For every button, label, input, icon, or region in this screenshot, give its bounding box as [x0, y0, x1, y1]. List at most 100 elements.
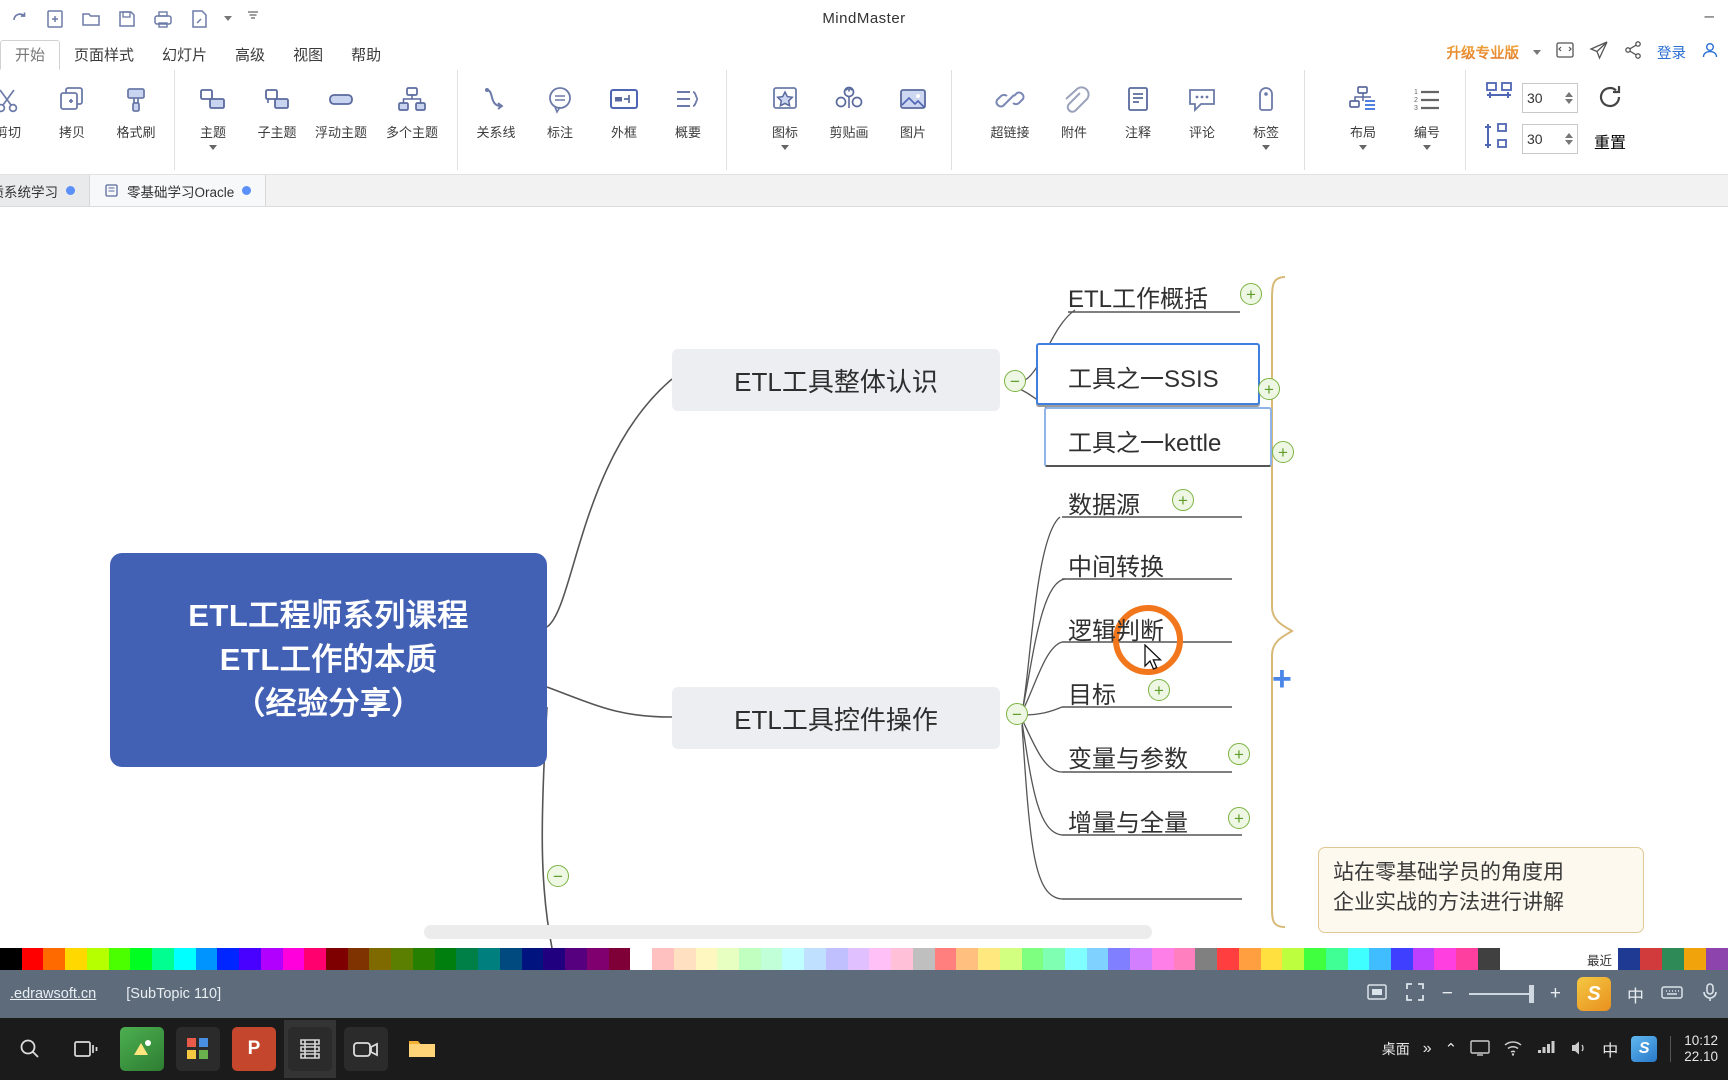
- mindmap-node-variables[interactable]: 变量与参数: [1068, 739, 1188, 774]
- palette-swatch[interactable]: [87, 948, 109, 970]
- palette-swatch[interactable]: [1000, 948, 1022, 970]
- node-ssis-expand[interactable]: +: [1258, 378, 1280, 400]
- mindmap-branch1-node[interactable]: ETL工具整体认识: [672, 349, 1000, 411]
- palette-swatch[interactable]: [782, 948, 804, 970]
- menu-tab-slideshow[interactable]: 幻灯片: [148, 40, 221, 70]
- palette-swatch[interactable]: [869, 948, 891, 970]
- palette-swatch[interactable]: [543, 948, 565, 970]
- palette-swatch[interactable]: [1413, 948, 1435, 970]
- fullscreen-icon[interactable]: [1404, 981, 1426, 1007]
- minimize-button[interactable]: –: [1705, 10, 1714, 22]
- ribbon-item-clipart[interactable]: 剪贴画: [817, 74, 881, 141]
- mindmap-node-incremental[interactable]: 增量与全量: [1068, 803, 1188, 838]
- tray-clock[interactable]: 10:12 22.10: [1684, 1033, 1718, 1065]
- palette-swatch[interactable]: [152, 948, 174, 970]
- stepper-up-icon[interactable]: [1565, 92, 1573, 97]
- ribbon-item-floating-topic[interactable]: 浮动主题: [309, 74, 373, 141]
- node-incremental-expand[interactable]: +: [1228, 807, 1250, 829]
- mindmap-canvas[interactable]: ETL工程师系列课程 ETL工作的本质 （经验分享） − ETL工具整体认识 −…: [0, 207, 1728, 948]
- chevron-down-icon[interactable]: [781, 145, 789, 150]
- palette-swatch[interactable]: [1391, 948, 1413, 970]
- ribbon-item-boundary[interactable]: 外框: [592, 74, 656, 141]
- palette-swatch[interactable]: [848, 948, 870, 970]
- horizontal-spacing-icon[interactable]: [1484, 80, 1514, 115]
- palette-swatch[interactable]: [326, 948, 348, 970]
- open-folder-icon[interactable]: [80, 8, 102, 30]
- ribbon-item-callout[interactable]: 标注: [528, 74, 592, 141]
- chevron-down-icon[interactable]: [1359, 145, 1367, 150]
- zoom-slider-handle[interactable]: [1529, 985, 1534, 1003]
- palette-swatch[interactable]: [804, 948, 826, 970]
- palette-swatch[interactable]: [1239, 948, 1261, 970]
- palette-swatch[interactable]: [1130, 948, 1152, 970]
- stepper-down-icon[interactable]: [1565, 140, 1573, 145]
- palette-swatch[interactable]: [369, 948, 391, 970]
- mindmap-node-datasource[interactable]: 数据源: [1068, 485, 1140, 520]
- ribbon-item-topic[interactable]: 主题: [181, 74, 245, 150]
- menu-tab-help[interactable]: 帮助: [337, 40, 395, 70]
- ime-mode-label[interactable]: 中: [1627, 982, 1644, 1007]
- share-network-icon[interactable]: [1623, 40, 1643, 65]
- ribbon-item-marker[interactable]: 图标: [753, 74, 817, 150]
- palette-swatch[interactable]: [565, 948, 587, 970]
- redo-icon[interactable]: [8, 8, 30, 30]
- palette-swatch[interactable]: [456, 948, 478, 970]
- ribbon-item-relationship-line[interactable]: 关系线: [464, 74, 528, 141]
- palette-swatch[interactable]: [261, 948, 283, 970]
- tray-overflow-icon[interactable]: »: [1423, 1040, 1432, 1058]
- node-datasource-expand[interactable]: +: [1172, 489, 1194, 511]
- keyboard-icon[interactable]: [1660, 981, 1684, 1007]
- horizontal-spacing-stepper[interactable]: [1565, 92, 1573, 104]
- palette-swatch[interactable]: [1087, 948, 1109, 970]
- tray-display-icon[interactable]: [1470, 1039, 1490, 1060]
- ribbon-item-reset[interactable]: 重置: [1578, 74, 1642, 153]
- ribbon-item-multi-topic[interactable]: 多个主题: [373, 74, 451, 141]
- ribbon-item-comment[interactable]: 评论: [1170, 74, 1234, 141]
- palette-swatch[interactable]: [435, 948, 457, 970]
- upgrade-pro-button[interactable]: 升级专业版: [1447, 42, 1520, 63]
- ribbon-item-numbering[interactable]: 123 编号: [1395, 74, 1459, 150]
- palette-swatch[interactable]: [978, 948, 1000, 970]
- color-palette-strip[interactable]: [0, 948, 1728, 970]
- ribbon-item-copy[interactable]: 拷贝: [40, 74, 104, 141]
- palette-swatch[interactable]: [826, 948, 848, 970]
- ribbon-item-summary[interactable]: 概要: [656, 74, 720, 141]
- palette-swatch[interactable]: [1434, 948, 1456, 970]
- taskbar-camera-icon[interactable]: [340, 1020, 392, 1078]
- menu-tab-start[interactable]: 开始: [0, 40, 60, 70]
- palette-swatch[interactable]: [1456, 948, 1478, 970]
- chevron-down-icon[interactable]: [1423, 145, 1431, 150]
- palette-swatch[interactable]: [1348, 948, 1370, 970]
- palette-swatch[interactable]: [1043, 948, 1065, 970]
- palette-swatch[interactable]: [217, 948, 239, 970]
- taskbar-app-colors-icon[interactable]: [172, 1020, 224, 1078]
- palette-swatch[interactable]: [348, 948, 370, 970]
- palette-swatch[interactable]: [956, 948, 978, 970]
- tray-desktop-label[interactable]: 桌面: [1382, 1039, 1410, 1059]
- palette-swatch[interactable]: [304, 948, 326, 970]
- boundary-note-callout[interactable]: 站在零基础学员的角度用 企业实战的方法进行讲解: [1318, 847, 1644, 933]
- palette-swatch[interactable]: [717, 948, 739, 970]
- palette-swatch[interactable]: [891, 948, 913, 970]
- palette-swatch[interactable]: [1195, 948, 1217, 970]
- zoom-in-button[interactable]: +: [1550, 983, 1561, 1005]
- user-avatar-icon[interactable]: [1700, 40, 1720, 65]
- vertical-spacing-stepper[interactable]: [1565, 133, 1573, 145]
- palette-swatch[interactable]: [1478, 948, 1500, 970]
- tray-sogou-icon[interactable]: S: [1631, 1036, 1657, 1062]
- mindmap-branch2-node[interactable]: ETL工具控件操作: [672, 687, 1000, 749]
- chevron-down-icon[interactable]: [1262, 145, 1270, 150]
- tray-ime-char[interactable]: 中: [1602, 1037, 1618, 1061]
- stepper-down-icon[interactable]: [1565, 99, 1573, 104]
- palette-swatch[interactable]: [1108, 948, 1130, 970]
- presentation-mode-icon[interactable]: [1555, 40, 1575, 65]
- mindmap-node-target[interactable]: 目标: [1068, 675, 1116, 710]
- palette-swatch[interactable]: [1326, 948, 1348, 970]
- doc-tab-2[interactable]: 零基础学习Oracle: [90, 175, 266, 206]
- vertical-spacing-icon[interactable]: [1484, 121, 1514, 156]
- mindmap-node-kettle[interactable]: 工具之一kettle: [1068, 423, 1221, 458]
- new-file-icon[interactable]: [44, 8, 66, 30]
- ribbon-item-hyperlink[interactable]: 超链接: [978, 74, 1042, 141]
- node-etl-overview-expand[interactable]: +: [1240, 283, 1262, 305]
- taskbar-app-store-icon[interactable]: [116, 1020, 168, 1078]
